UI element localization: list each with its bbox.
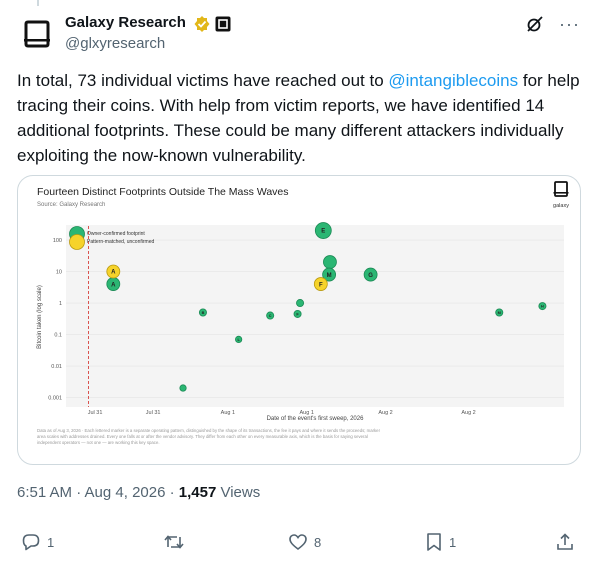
tweet-header: Galaxy Research @glxyresearch ··· xyxy=(17,12,584,56)
verification-badges xyxy=(193,15,231,33)
y-tick-label: 0.1 xyxy=(54,333,62,339)
point-label: M xyxy=(498,311,501,315)
like-count: 8 xyxy=(314,534,322,550)
chart-footnote-line-2: area scales with addresses drained. Ever… xyxy=(37,434,368,439)
x-tick-label: Aug 2 xyxy=(461,410,475,416)
point-label: A xyxy=(111,270,116,276)
y-tick-label: 100 xyxy=(53,238,62,244)
chart-footnote-line-3: independent operators — not one — are wo… xyxy=(37,440,160,445)
retweet-button[interactable] xyxy=(163,532,191,552)
point-label: A xyxy=(111,282,116,288)
mention-link[interactable]: @intangiblecoins xyxy=(388,71,518,90)
bookmark-icon xyxy=(427,533,441,551)
tweet-text: In total, 73 individual victims have rea… xyxy=(17,68,583,168)
bookmark-button[interactable]: 1 xyxy=(425,532,456,552)
legend-swatch-unconfirmed xyxy=(69,234,85,250)
grok-icon[interactable] xyxy=(525,14,545,34)
point-label: B xyxy=(202,311,205,315)
y-tick-label: 10 xyxy=(56,270,62,276)
x-tick-label: Jul 31 xyxy=(88,410,103,416)
x-axis-label: Date of the event's first sweep, 2026 xyxy=(267,416,365,422)
share-icon xyxy=(557,533,573,550)
share-button[interactable] xyxy=(555,532,575,552)
verified-gold-badge-icon[interactable] xyxy=(193,15,211,33)
point-label: F xyxy=(319,282,323,288)
tweet-meta: 6:51 AM · Aug 4, 2026 · 1,457 Views xyxy=(17,484,260,501)
affiliate-logo-icon[interactable] xyxy=(215,16,231,32)
view-count: 1,457 xyxy=(178,484,217,501)
heart-icon xyxy=(289,534,307,551)
thread-connector-line xyxy=(37,0,39,6)
more-options-icon[interactable]: ··· xyxy=(559,15,580,33)
like-button[interactable]: 8 xyxy=(288,532,321,552)
y-axis-label: Bitcoin taken (log scale) xyxy=(37,285,43,349)
chart-brand-logo-icon xyxy=(553,181,569,197)
confirmed-footprint-point xyxy=(179,384,187,392)
confirmed-footprint-point xyxy=(296,299,305,308)
chart-footnote-line-1: Data as of Aug 3, 2026 · Each lettered m… xyxy=(37,428,381,433)
chart-plot-area xyxy=(66,225,564,407)
retweet-icon xyxy=(164,535,184,549)
confirmed-footprint-point xyxy=(323,255,337,269)
author-name[interactable]: Galaxy Research xyxy=(65,13,186,33)
galaxy-logo-icon xyxy=(24,20,50,48)
reply-button[interactable]: 1 xyxy=(21,532,54,552)
point-label: M xyxy=(327,273,332,279)
x-tick-label: Aug 2 xyxy=(378,410,392,416)
y-tick-label: 0.01 xyxy=(51,364,62,370)
tweet-timestamp[interactable]: 6:51 AM · Aug 4, 2026 · xyxy=(17,484,179,501)
tweet-image-chart[interactable]: Fourteen Distinct Footprints Outside The… xyxy=(17,175,581,465)
legend-label-confirmed: Owner-confirmed footprint xyxy=(87,231,145,237)
y-axis-ticks: 100 10 1 0.1 0.01 0.001 xyxy=(48,238,62,401)
legend-label-unconfirmed: Pattern-matched, unconfirmed xyxy=(87,239,154,245)
avatar[interactable] xyxy=(17,14,57,54)
chart-title: Fourteen Distinct Footprints Outside The… xyxy=(37,186,289,198)
point-label: H xyxy=(541,304,544,308)
reply-count: 1 xyxy=(47,534,55,550)
views-label: Views xyxy=(216,484,261,501)
tweet-actions: 1 8 1 xyxy=(17,530,583,558)
x-tick-label: Aug 1 xyxy=(221,410,235,416)
y-tick-label: 0.001 xyxy=(48,396,62,402)
header-actions: ··· xyxy=(525,14,580,34)
chart-source: Source: Galaxy Research xyxy=(37,202,105,208)
bookmark-count: 1 xyxy=(449,534,457,550)
tweet-text-start: In total, 73 individual victims have rea… xyxy=(17,71,389,90)
point-label: E xyxy=(321,229,325,235)
chart-brand-text: galaxy xyxy=(553,203,569,209)
reply-icon xyxy=(22,534,40,551)
point-label: G xyxy=(368,273,373,279)
x-tick-label: Jul 31 xyxy=(146,410,161,416)
point-label: C xyxy=(269,314,272,318)
author-handle[interactable]: @glxyresearch xyxy=(65,34,165,54)
y-tick-label: 1 xyxy=(59,301,62,307)
